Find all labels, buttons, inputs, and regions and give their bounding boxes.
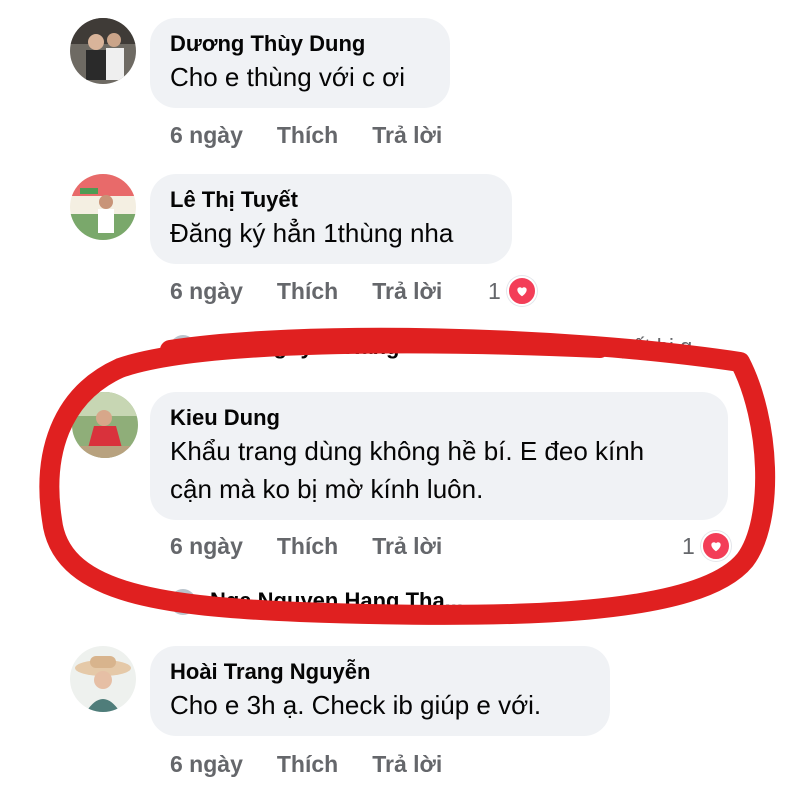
comment-time[interactable]: 6 ngày (170, 751, 243, 778)
comment-text-line-1: Khẩu trang dùng không hề bí. E đeo kính (170, 436, 645, 466)
like-button[interactable]: Thích (277, 533, 338, 560)
comment-text-line-2: cận mà ko bị mờ kính luôn. (170, 474, 484, 504)
reply-button[interactable]: Trả lời (372, 751, 442, 778)
like-button[interactable]: Thích (277, 751, 338, 778)
comment-author[interactable]: Kieu Dung (170, 404, 706, 432)
comment-bubble: Kieu Dung Khẩu trang dùng không hề bí. E… (150, 392, 728, 520)
reply-preview[interactable]: Nga Nguyen Hang Tha... (170, 588, 730, 618)
avatar (170, 589, 196, 616)
avatar[interactable] (72, 392, 138, 458)
reaction-count: 1 (682, 532, 695, 559)
comment-time[interactable]: 6 ngày (170, 122, 243, 149)
avatar (170, 335, 196, 362)
avatar[interactable] (70, 174, 136, 240)
heart-icon (506, 276, 537, 306)
comment-time[interactable]: 6 ngày (170, 533, 243, 560)
comment-time[interactable]: 6 ngày (170, 278, 243, 305)
reply-author: Nga Nguyen Hang Tha... (210, 588, 464, 613)
comment-author[interactable]: Hoài Trang Nguyễn (170, 658, 588, 686)
comment-text: Đăng ký hẳn 1thùng nha (170, 218, 454, 248)
comment-text: Cho e 3h ạ. Check ib giúp e với. (170, 690, 542, 720)
comment-actions: 6 ngày Thích Trả lời (170, 122, 442, 149)
like-button[interactable]: Thích (277, 278, 338, 305)
comment-actions: 6 ngày Thích Trả lời (170, 751, 442, 778)
reply-button[interactable]: Trả lời (372, 122, 442, 149)
reply-snippet: Lê Thị Tuyết bị g... (530, 334, 711, 359)
avatar[interactable] (70, 646, 136, 712)
comment-actions: 6 ngày Thích Trả lời (170, 278, 442, 305)
reaction-summary[interactable]: 1 (488, 276, 537, 306)
reply-author: Nga Nguyen Hang (210, 334, 400, 359)
reaction-summary[interactable]: 1 (682, 531, 731, 561)
reply-button[interactable]: Trả lời (372, 533, 442, 560)
reply-preview[interactable]: Nga Nguyen Hang Lê Thị Tuyết bị g... (170, 334, 730, 364)
comment-actions: 6 ngày Thích Trả lời (170, 533, 442, 560)
reply-button[interactable]: Trả lời (372, 278, 442, 305)
reaction-count: 1 (488, 277, 501, 304)
comment-author[interactable]: Dương Thùy Dung (170, 30, 428, 58)
comment-author[interactable]: Lê Thị Tuyết (170, 186, 490, 214)
comment-bubble: Dương Thùy Dung Cho e thùng với c ơi (150, 18, 450, 108)
comment-bubble: Lê Thị Tuyết Đăng ký hẳn 1thùng nha (150, 174, 512, 264)
heart-icon (700, 531, 731, 561)
comment-bubble: Hoài Trang Nguyễn Cho e 3h ạ. Check ib g… (150, 646, 610, 736)
comment-text: Cho e thùng với c ơi (170, 62, 405, 92)
avatar[interactable] (70, 18, 136, 84)
like-button[interactable]: Thích (277, 122, 338, 149)
